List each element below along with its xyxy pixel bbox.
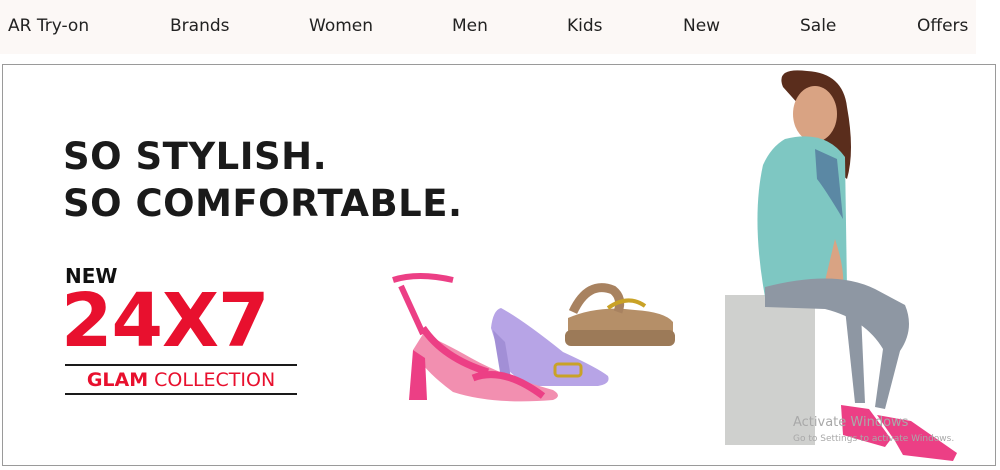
glam-collection-label: GLAM COLLECTION xyxy=(65,364,297,395)
headline-line-1: SO STYLISH. xyxy=(63,135,328,178)
collection-word: COLLECTION xyxy=(154,368,276,391)
watermark-title: Activate Windows xyxy=(793,415,909,430)
nav-item-sale[interactable]: Sale xyxy=(800,16,836,36)
top-navigation: AR Try-on Brands Women Men Kids New Sale… xyxy=(0,0,976,54)
hero-banner[interactable]: SO STYLISH. SO COMFORTABLE. NEW 24X7 GLA… xyxy=(2,64,996,466)
model-image xyxy=(725,70,957,461)
beige-platform-sandal xyxy=(565,283,675,346)
collection-code: 24X7 xyxy=(61,278,270,364)
nav-item-men[interactable]: Men xyxy=(452,16,488,36)
nav-item-ar-try-on[interactable]: AR Try-on xyxy=(8,16,89,36)
windows-activation-watermark: Activate Windows Go to Settings to activ… xyxy=(793,415,954,447)
watermark-subtitle: Go to Settings to activate Windows. xyxy=(793,434,955,444)
glam-word: GLAM xyxy=(86,368,149,391)
shoes-image xyxy=(392,273,675,402)
banner-headline: SO STYLISH. SO COMFORTABLE. xyxy=(63,133,463,227)
nav-item-women[interactable]: Women xyxy=(309,16,373,36)
nav-item-kids[interactable]: Kids xyxy=(567,16,603,36)
nav-item-offers[interactable]: Offers xyxy=(917,16,968,36)
nav-item-brands[interactable]: Brands xyxy=(170,16,230,36)
headline-line-2: SO COMFORTABLE. xyxy=(63,182,463,225)
nav-item-new[interactable]: New xyxy=(683,16,720,36)
